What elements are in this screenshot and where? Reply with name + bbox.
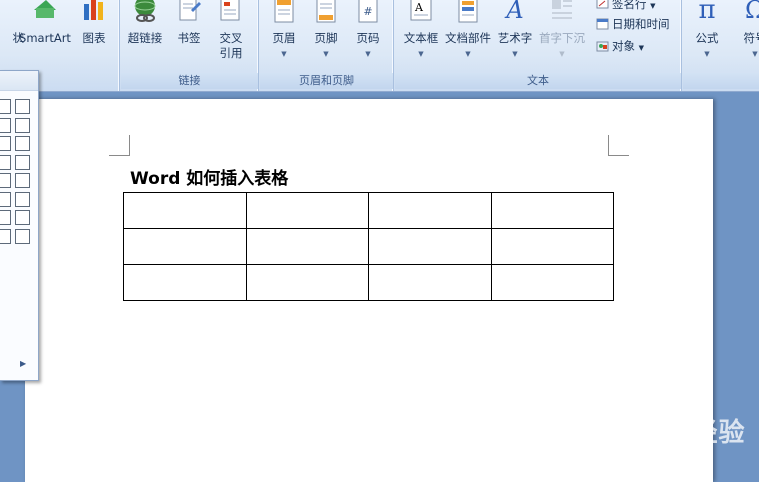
table-cell[interactable] (245, 264, 369, 301)
dropdown-header (0, 71, 38, 91)
object-button[interactable]: 对象 ▼ (596, 37, 644, 55)
pi-icon: π (698, 0, 715, 24)
omega-icon: Ω (745, 0, 759, 24)
svg-text:A: A (414, 1, 424, 14)
crop-mark-top-right (608, 135, 629, 156)
group-links: 超链接 书签 交叉 引用 链接 (121, 0, 259, 91)
table-cell[interactable] (368, 264, 492, 301)
grid-cell[interactable] (14, 191, 30, 207)
grid-cell[interactable] (14, 136, 30, 151)
textbox-icon: A (410, 0, 432, 21)
ribbon: 状 SmartArt 图表 超链接 书签 交叉 引用 链接 页眉 ▼ 页脚 ▼ … (0, 0, 759, 92)
header-icon (274, 0, 294, 23)
group-symbols: π 公式 ▼ Ω 符号 ▼ 符号 (683, 0, 759, 91)
grid-cell[interactable] (0, 173, 11, 188)
dropcap-button[interactable]: 首字下沉 ▼ (538, 0, 586, 70)
signature-line-label: 签名行 (612, 0, 647, 11)
dropcap-label: 首字下沉 (539, 31, 585, 45)
page-number-label: 页码 (356, 31, 380, 45)
svg-text:Ω: Ω (745, 0, 759, 24)
dropcap-icon (552, 0, 572, 19)
cross-reference-button[interactable]: 交叉 引用 (207, 0, 255, 70)
table-cell[interactable] (245, 228, 369, 265)
globe-link-icon (134, 0, 156, 22)
object-icon (596, 41, 609, 52)
table-cell[interactable] (368, 228, 492, 265)
footer-icon (316, 0, 336, 23)
grid-cell[interactable] (14, 117, 30, 133)
grid-cell[interactable] (0, 191, 11, 207)
grid-cell[interactable] (14, 228, 30, 244)
watermark-url: jingyan.baidu.com (585, 450, 678, 461)
cross-reference-icon (220, 0, 240, 21)
calendar-icon (596, 18, 609, 30)
cross-reference-label-2: 引用 (219, 46, 243, 60)
signature-line-button[interactable]: 签名行 ▼ (596, 0, 656, 13)
page-number-dropdown-arrow[interactable]: ▼ (344, 50, 392, 58)
table-cell[interactable] (490, 264, 614, 301)
svg-text:#: # (363, 5, 372, 18)
wordart-dropdown-arrow[interactable]: ▼ (491, 50, 539, 58)
document-table[interactable] (123, 192, 614, 301)
links-group-label: 链接 (121, 73, 258, 89)
smartart-button[interactable]: SmartArt (19, 0, 71, 70)
submenu-arrow-icon[interactable]: ▶ (20, 359, 26, 368)
cross-reference-label-1: 交叉 (219, 31, 243, 45)
group-header-footer: 页眉 ▼ 页脚 ▼ # 页码 ▼ 页眉和页脚 (260, 0, 394, 91)
textbox-dropdown-arrow[interactable]: ▼ (397, 50, 445, 58)
symbols-group-label: 符号 (683, 73, 759, 89)
object-label: 对象 (612, 39, 635, 53)
page-number-button[interactable]: # 页码 ▼ (344, 0, 392, 70)
page-number-icon: # (358, 0, 378, 23)
equation-button[interactable]: π 公式 ▼ (683, 0, 731, 70)
watermark: Bai du 经验 jingyan.baidu.com (583, 402, 753, 472)
text-group-label: 文本 (395, 73, 681, 89)
bookmark-icon (179, 0, 201, 21)
svg-text:A: A (504, 0, 523, 24)
date-time-label: 日期和时间 (612, 17, 670, 31)
equation-dropdown-arrow[interactable]: ▼ (683, 50, 731, 58)
table-cell[interactable] (490, 228, 614, 265)
table-row (123, 228, 614, 265)
grid-cell[interactable] (14, 210, 30, 225)
symbol-button[interactable]: Ω 符号 ▼ (731, 0, 759, 70)
smartart-icon (34, 0, 56, 18)
grid-cell[interactable] (0, 210, 11, 225)
grid-cell[interactable] (14, 99, 30, 114)
table-cell[interactable] (368, 192, 492, 229)
date-time-button[interactable]: 日期和时间 (596, 15, 670, 33)
table-cell[interactable] (123, 264, 247, 301)
header-dropdown-arrow[interactable]: ▼ (260, 50, 308, 58)
grid-cell[interactable] (0, 136, 11, 151)
grid-cell[interactable] (0, 117, 11, 133)
signature-line-icon (596, 0, 609, 9)
table-cell[interactable] (245, 192, 369, 229)
insert-table-dropdown: ▶ (0, 70, 39, 381)
table-row (123, 264, 614, 301)
chart-icon (84, 0, 103, 20)
table-cell[interactable] (123, 228, 247, 265)
grid-cell[interactable] (14, 154, 30, 170)
document-title[interactable]: Word 如何插入表格 (130, 164, 288, 189)
table-row (123, 192, 614, 229)
chart-button[interactable]: 图表 (70, 0, 118, 70)
symbol-dropdown-arrow[interactable]: ▼ (731, 50, 759, 58)
table-cell[interactable] (490, 192, 614, 229)
grid-cell[interactable] (0, 99, 11, 114)
header-footer-group-label: 页眉和页脚 (260, 73, 393, 89)
svg-text:π: π (698, 0, 715, 24)
wordart-icon: A (504, 0, 523, 24)
grid-cell[interactable] (0, 154, 11, 170)
table-cell[interactable] (123, 192, 247, 229)
dropcap-dropdown-arrow[interactable]: ▼ (538, 50, 586, 58)
footer-dropdown-arrow[interactable]: ▼ (302, 50, 350, 58)
quickparts-dropdown-arrow[interactable]: ▼ (444, 50, 492, 58)
symbol-label: 符号 (743, 31, 759, 45)
crop-mark-top-left (109, 135, 130, 156)
grid-cell[interactable] (14, 173, 30, 188)
grid-cell[interactable] (0, 228, 11, 244)
quickparts-icon (458, 0, 478, 23)
watermark-logo: Bai du 经验 (583, 418, 746, 448)
